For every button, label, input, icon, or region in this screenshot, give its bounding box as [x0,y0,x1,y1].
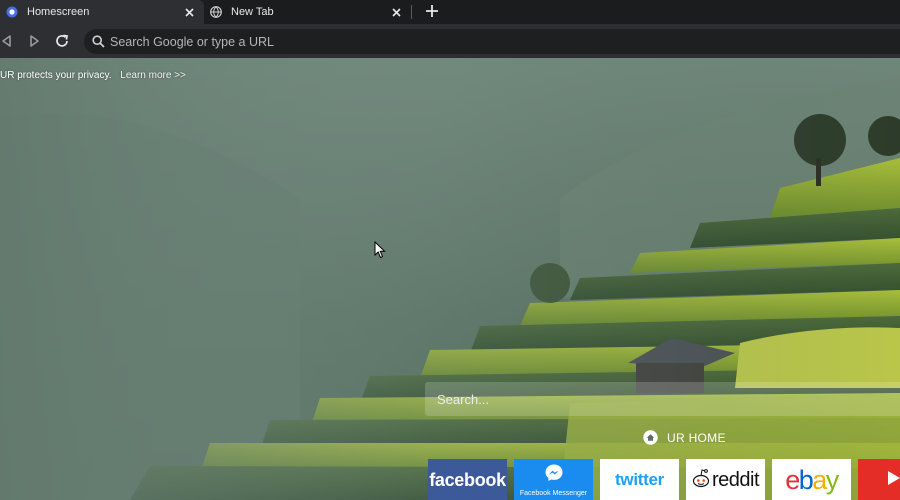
ur-home-button[interactable]: UR HOME [643,430,726,445]
privacy-banner: UR protects your privacy. Learn more >> [0,70,186,81]
messenger-icon [544,463,564,488]
shortcut-reddit[interactable]: reddit [686,459,765,500]
close-icon[interactable] [389,5,403,19]
globe-icon [210,6,222,18]
forward-icon[interactable] [27,33,41,49]
background-landscape-image [0,58,900,500]
omnibox[interactable] [84,29,900,54]
shortcut-facebook[interactable]: facebook [428,459,507,500]
reddit-alien-icon [692,466,710,495]
page-search-input[interactable] [425,382,900,416]
close-icon[interactable] [182,5,196,19]
back-icon[interactable] [0,33,14,49]
shortcut-ebay[interactable]: ebay [772,459,851,500]
shortcut-twitter[interactable]: twitter [600,459,679,500]
tab-separator [411,5,412,19]
tab-label: New Tab [231,6,274,18]
play-icon [886,469,900,492]
tab-strip: Homescreen New Tab [0,0,900,24]
page-search-box[interactable] [425,382,900,416]
reddit-logo: reddit [711,468,760,491]
messenger-label: Facebook Messenger [519,490,588,497]
shortcut-messenger[interactable]: Facebook Messenger [514,459,593,500]
ur-home-label: UR HOME [667,430,726,445]
shortcut-youtube[interactable] [858,459,900,500]
mouse-pointer-icon [374,240,386,259]
search-icon [92,35,105,48]
tab-homescreen[interactable]: Homescreen [0,0,204,24]
homescreen-content: UR protects your privacy. Learn more >> … [0,58,900,500]
ur-browser-icon [6,6,18,18]
ebay-logo: ebay [785,464,839,495]
new-tab-plus-icon[interactable] [424,3,440,19]
facebook-logo: facebook [429,469,506,490]
home-icon [643,430,658,445]
address-input[interactable] [110,29,710,54]
tab-label: Homescreen [27,6,90,18]
tab-new-tab[interactable]: New Tab [204,0,411,24]
reload-icon[interactable] [54,33,70,49]
privacy-text: UR protects your privacy. [0,70,112,81]
learn-more-link[interactable]: Learn more >> [120,70,186,81]
twitter-logo: twitter [615,470,664,489]
